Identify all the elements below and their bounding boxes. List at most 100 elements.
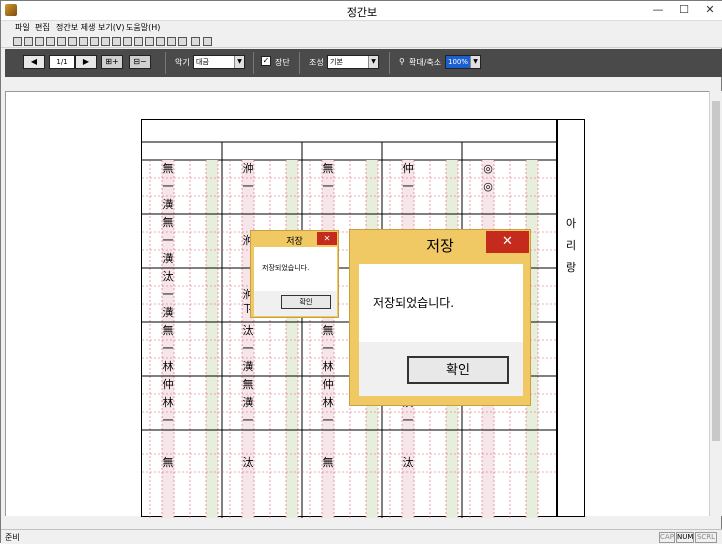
- jangdan-checkbox[interactable]: ✓: [261, 56, 271, 66]
- menu-bar: 파일 편집 정간보 제생 보기(V) 도움말(H): [1, 21, 722, 36]
- score-toolbar: ◀ 1/1 ▶ ⊞+ ⊟− 악기 대금 ▼ ✓ 장단 조성 기본 ▼ ⚲ 확대/…: [5, 49, 722, 77]
- score-cell[interactable]: 㳞: [241, 162, 255, 176]
- ok-button[interactable]: 확인: [281, 295, 331, 309]
- next-page-button[interactable]: ▶: [75, 55, 97, 69]
- open-folder-icon[interactable]: [24, 37, 33, 46]
- scrollbar-thumb[interactable]: [712, 101, 720, 441]
- prev-page-button[interactable]: ◀: [23, 55, 45, 69]
- mode-select[interactable]: 기본 ▼: [327, 55, 379, 69]
- remove-page-button[interactable]: ⊟−: [129, 55, 151, 69]
- insert-icon[interactable]: [156, 37, 165, 46]
- grid-icon[interactable]: [68, 37, 77, 46]
- score-cell[interactable]: 潢: [241, 360, 255, 374]
- menu-view[interactable]: 보기(V): [98, 22, 124, 33]
- score-cell[interactable]: 潢: [241, 396, 255, 410]
- score-cell[interactable]: 無: [321, 324, 335, 338]
- new-file-icon[interactable]: [13, 37, 22, 46]
- table-icon[interactable]: [178, 37, 187, 46]
- score-cell[interactable]: 一: [241, 414, 255, 428]
- score-cell[interactable]: 無: [161, 162, 175, 176]
- score-cell[interactable]: 汰: [161, 270, 175, 284]
- vertical-scrollbar[interactable]: [709, 91, 722, 516]
- score-cell[interactable]: 潢: [161, 252, 175, 266]
- play-icon[interactable]: [191, 37, 200, 46]
- menu-file[interactable]: 파일: [15, 22, 30, 33]
- cut-icon[interactable]: [79, 37, 88, 46]
- score-cell[interactable]: 一: [321, 342, 335, 356]
- score-cell[interactable]: 林: [321, 396, 335, 410]
- score-cell[interactable]: 一: [321, 180, 335, 194]
- score-cell[interactable]: 一: [241, 180, 255, 194]
- score-cell[interactable]: 一: [161, 180, 175, 194]
- score-cell[interactable]: 汰: [241, 456, 255, 470]
- page-indicator[interactable]: 1/1: [49, 55, 75, 69]
- score-cell[interactable]: 一: [321, 414, 335, 428]
- score-cell[interactable]: 一: [241, 342, 255, 356]
- dialog-body: 저장되었습니다. 확인: [254, 247, 337, 316]
- zoom-value: 100%: [448, 58, 469, 66]
- instrument-select[interactable]: 대금 ▼: [193, 55, 245, 69]
- paste-icon[interactable]: [101, 37, 110, 46]
- help-icon[interactable]: [203, 37, 212, 46]
- score-cell[interactable]: 仲: [401, 162, 415, 176]
- dialog-message: 저장되었습니다.: [262, 264, 310, 272]
- dialog-close-button[interactable]: ✕: [317, 232, 337, 245]
- undo-icon[interactable]: [112, 37, 121, 46]
- window-title: 정간보: [346, 6, 378, 19]
- score-cell[interactable]: 潢: [161, 198, 175, 212]
- minimize-button[interactable]: —: [645, 1, 671, 21]
- close-button[interactable]: ✕: [697, 1, 722, 21]
- dialog-footer: 확인: [254, 291, 337, 316]
- score-cell[interactable]: 林: [161, 360, 175, 374]
- score-cell[interactable]: 一: [161, 414, 175, 428]
- redo-icon[interactable]: [123, 37, 132, 46]
- status-text: 준비: [5, 533, 20, 542]
- standard-toolbar: [1, 36, 722, 48]
- score-cell[interactable]: 仲: [161, 378, 175, 392]
- score-cell[interactable]: 林: [161, 396, 175, 410]
- score-cell[interactable]: 潢: [161, 306, 175, 320]
- score-cell[interactable]: 無: [321, 456, 335, 470]
- score-cell[interactable]: 林: [321, 360, 335, 374]
- score-cell[interactable]: 無: [161, 456, 175, 470]
- copy-icon[interactable]: [90, 37, 99, 46]
- delete-icon[interactable]: [167, 37, 176, 46]
- score-cell[interactable]: ◎: [481, 180, 495, 194]
- save-icon[interactable]: [35, 37, 44, 46]
- menu-edit[interactable]: 편집: [35, 22, 50, 33]
- mode-label: 조성: [309, 58, 324, 67]
- song-title-char: 리: [566, 239, 577, 252]
- score-cell[interactable]: 汰: [401, 456, 415, 470]
- score-cell[interactable]: 一: [161, 342, 175, 356]
- instrument-value: 대금: [196, 58, 209, 66]
- score-cell[interactable]: ◎: [481, 162, 495, 176]
- status-bar: 준비 CAP NUM SCRL: [1, 529, 722, 544]
- print-icon[interactable]: [46, 37, 55, 46]
- chevron-down-icon: ▼: [470, 56, 480, 68]
- dialog-close-button[interactable]: ✕: [486, 231, 529, 253]
- score-cell[interactable]: 一: [401, 414, 415, 428]
- score-cell[interactable]: 無: [321, 162, 335, 176]
- num-indicator: NUM: [676, 532, 694, 543]
- score-cell[interactable]: 一: [401, 180, 415, 194]
- score-cell[interactable]: 一: [161, 234, 175, 248]
- add-page-button[interactable]: ⊞+: [101, 55, 123, 69]
- note-icon[interactable]: [145, 37, 154, 46]
- ok-button[interactable]: 확인: [407, 356, 509, 384]
- score-cell[interactable]: 汰: [241, 324, 255, 338]
- jangdan-label: 장단: [275, 58, 290, 67]
- score-cell[interactable]: 無: [241, 378, 255, 392]
- menu-help[interactable]: 도움말(H): [126, 22, 160, 33]
- score-cell[interactable]: 仲: [321, 378, 335, 392]
- scroll-indicator: SCRL: [695, 532, 717, 543]
- maximize-button[interactable]: ☐: [671, 1, 697, 21]
- menu-score[interactable]: 정간보 제생: [56, 22, 95, 33]
- settings-icon[interactable]: [134, 37, 143, 46]
- score-cell[interactable]: 無: [161, 216, 175, 230]
- preview-icon[interactable]: [57, 37, 66, 46]
- zoom-select[interactable]: 100% ▼: [445, 55, 481, 69]
- score-cell[interactable]: 無: [161, 324, 175, 338]
- score-cell[interactable]: 一: [161, 288, 175, 302]
- zoom-icon: ⚲: [399, 57, 405, 66]
- chevron-down-icon: ▼: [234, 56, 244, 68]
